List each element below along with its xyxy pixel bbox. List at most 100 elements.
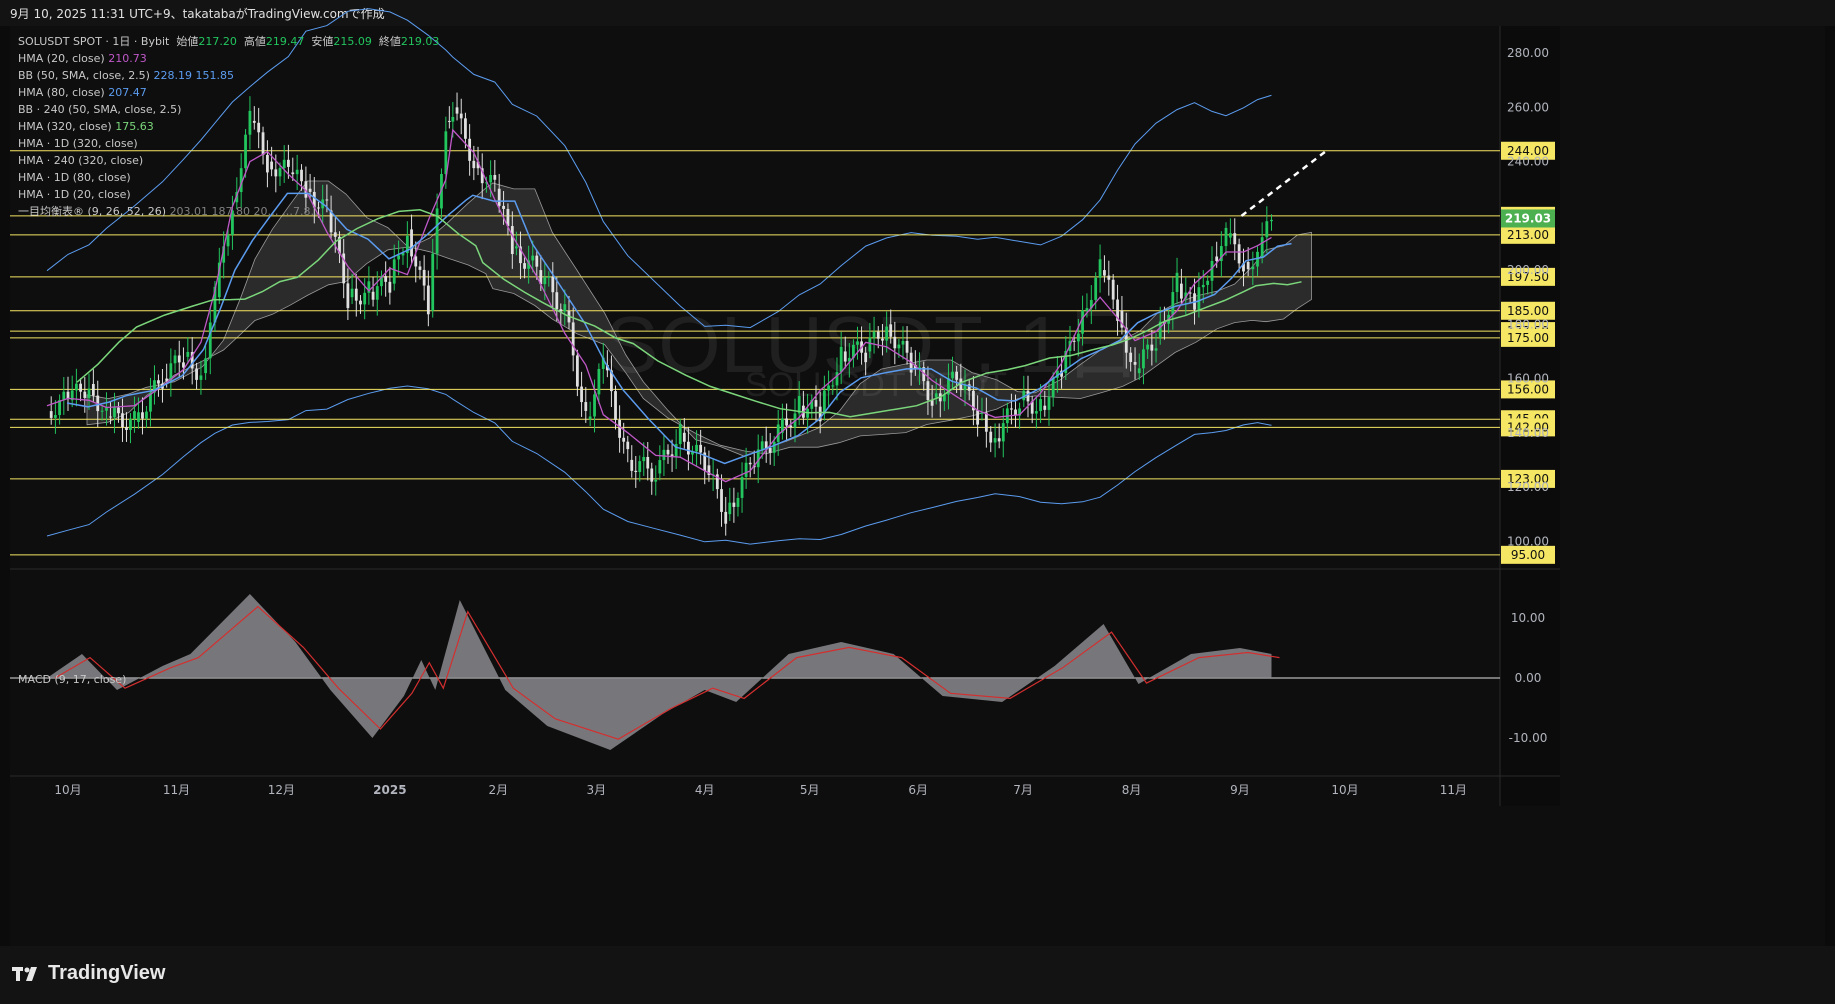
candle-body	[876, 331, 880, 339]
candle-body	[489, 174, 493, 183]
candle-body	[901, 340, 905, 345]
footer-bar	[0, 946, 1835, 1004]
candle-body	[182, 362, 185, 368]
candle-body	[1215, 256, 1219, 262]
candle-body	[375, 286, 379, 300]
candle-body	[732, 502, 736, 507]
candle-body	[614, 391, 617, 420]
candle-body	[1034, 411, 1038, 414]
legend-indicator[interactable]: HMA · 240 (320, close)	[18, 152, 439, 169]
candle-body	[54, 415, 57, 418]
candle-body	[464, 118, 467, 139]
candle-body	[626, 441, 630, 450]
candle-body	[157, 380, 160, 384]
candle-body	[575, 355, 579, 387]
candle-body	[634, 470, 638, 473]
time-tick-label: 8月	[1122, 783, 1142, 797]
time-tick-label: 9月	[1230, 783, 1250, 797]
candle-body	[186, 351, 190, 357]
price-tick-label: 140.00	[1507, 426, 1549, 440]
candle-body	[1265, 221, 1269, 238]
candle-body	[1051, 377, 1055, 398]
candle-body	[584, 402, 588, 411]
candle-body	[1146, 344, 1150, 350]
legend-indicator[interactable]: HMA · 1D (320, close)	[18, 135, 439, 152]
candle-body	[563, 304, 567, 312]
candle-body	[1201, 284, 1205, 288]
candle-body	[597, 368, 601, 395]
candle-body	[658, 460, 662, 474]
candle-body	[74, 383, 78, 391]
candle-body	[79, 383, 82, 392]
candle-body	[638, 461, 642, 473]
candle-body	[728, 502, 732, 515]
legend-indicator[interactable]: HMA (320, close) 175.63	[18, 118, 439, 135]
candle-body	[226, 235, 230, 247]
time-tick-label: 12月	[268, 783, 295, 797]
price-tick-label: 160.00	[1507, 372, 1549, 386]
candle-body	[1237, 244, 1241, 264]
candle-body	[827, 385, 830, 391]
price-tick-label: 200.00	[1507, 263, 1549, 277]
legend-indicator[interactable]: HMA (80, close) 207.47	[18, 84, 439, 101]
candle-body	[447, 120, 451, 122]
time-tick-label: 11月	[163, 783, 190, 797]
macd-tick-label: 0.00	[1515, 671, 1542, 685]
candle-body	[91, 383, 95, 396]
candle-body	[1251, 266, 1255, 270]
candle-body	[459, 113, 463, 119]
legend-indicator[interactable]: BB (50, SMA, close, 2.5) 228.19 151.85	[18, 67, 439, 84]
candle-body	[129, 418, 132, 430]
candle-body	[208, 322, 212, 359]
legend-indicator[interactable]: 一目均衡表® (9, 26, 52, 26) 203.01 187.80 20……	[18, 203, 439, 220]
candle-body	[204, 358, 208, 374]
candle-body	[1246, 261, 1250, 270]
candle-body	[976, 410, 980, 425]
candle-body	[1171, 292, 1175, 315]
indicator-name: HMA · 1D (80, close)	[18, 171, 131, 184]
candle-body	[388, 281, 392, 293]
candle-body	[1043, 405, 1047, 410]
candle-body	[814, 400, 818, 407]
candle-body	[535, 255, 539, 267]
legend-high-label: 高値	[243, 35, 266, 48]
candle-body	[49, 411, 53, 418]
candle-body	[1103, 270, 1106, 276]
candle-body	[593, 394, 596, 417]
candle-body	[1026, 390, 1030, 402]
candle-body	[1076, 333, 1080, 342]
candle-body	[1107, 275, 1111, 280]
candle-body	[354, 288, 358, 301]
tradingview-logo[interactable]: TradingView	[12, 962, 165, 985]
legend-indicator[interactable]: HMA (20, close) 210.73	[18, 50, 439, 67]
macd-label[interactable]: MACD (9, 17, close)	[18, 673, 126, 686]
time-tick-label: 10月	[54, 783, 81, 797]
time-tick-label: 5月	[800, 783, 820, 797]
candle-body	[397, 255, 401, 260]
candle-body	[760, 441, 764, 450]
legend-indicator[interactable]: HMA · 1D (20, close)	[18, 186, 439, 203]
chart-legend: SOLUSDT SPOT · 1日 · Bybit 始値217.20 高値219…	[18, 33, 439, 220]
time-tick-label: 4月	[695, 783, 715, 797]
candle-body	[1047, 397, 1051, 410]
level-tag-label: 95.00	[1511, 548, 1545, 562]
candle-body	[422, 269, 426, 286]
indicator-value: 207.47	[108, 86, 147, 99]
candle-body	[1270, 219, 1273, 222]
legend-close-label: 終値	[378, 35, 401, 48]
candle-body	[392, 259, 396, 284]
candle-body	[682, 432, 686, 442]
candle-body	[502, 205, 505, 209]
legend-high: 219.47	[265, 35, 305, 48]
candle-body	[724, 511, 728, 524]
legend-indicator[interactable]: BB · 240 (50, SMA, close, 2.5)	[18, 101, 439, 118]
candle-body	[839, 346, 843, 373]
price-tick-label: 100.00	[1507, 534, 1549, 548]
candle-body	[1210, 260, 1214, 281]
candle-body	[547, 276, 551, 278]
legend-indicator[interactable]: HMA · 1D (80, close)	[18, 169, 439, 186]
indicator-name: HMA (20, close)	[18, 52, 105, 65]
time-tick-label: 6月	[908, 783, 928, 797]
candle-body	[889, 324, 893, 337]
indicator-name: BB · 240 (50, SMA, close, 2.5)	[18, 103, 182, 116]
